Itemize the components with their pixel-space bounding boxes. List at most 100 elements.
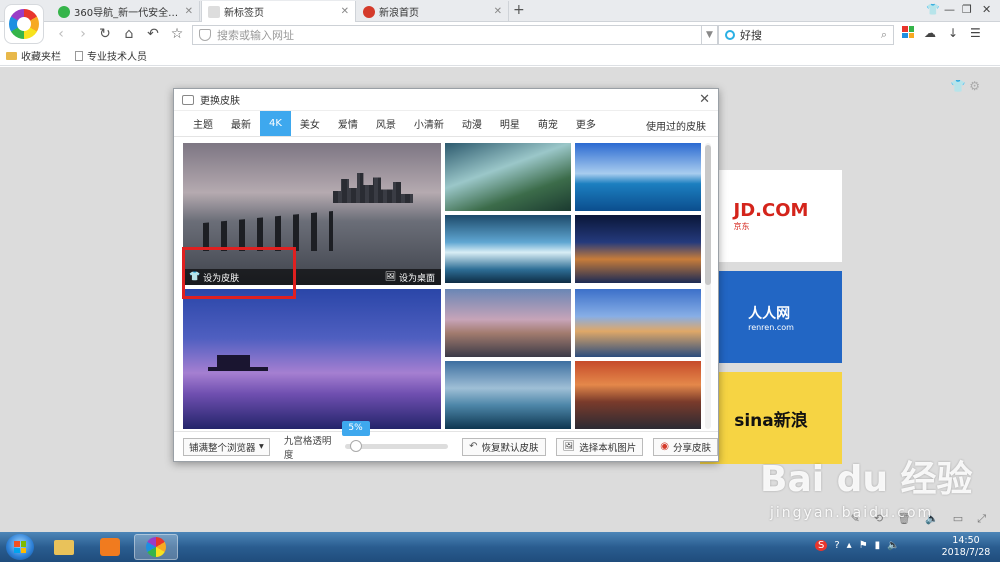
media-player-icon xyxy=(100,538,120,556)
choose-local-image-button[interactable]: 🖼 选择本机图片 xyxy=(555,437,644,456)
new-tab-button[interactable]: + xyxy=(513,2,525,18)
system-clock[interactable]: 14:50 2018/7/28 xyxy=(936,535,996,559)
windows-logo-icon xyxy=(14,541,26,553)
sogou-ime-icon[interactable]: S xyxy=(815,540,828,551)
tile-sub: renren.com xyxy=(748,322,794,332)
tab-sina[interactable]: 新浪首页 ✕ xyxy=(357,1,509,22)
skin-thumb-waterfall[interactable] xyxy=(445,215,571,283)
skin-scrollbar[interactable] xyxy=(705,143,711,429)
skin-thumb-coast[interactable] xyxy=(575,143,701,211)
opacity-slider[interactable]: 5% xyxy=(341,421,449,452)
restore-icon[interactable]: ❐ xyxy=(962,3,972,16)
tab-more[interactable]: 更多 xyxy=(567,111,605,136)
address-bar[interactable]: 搜索或输入网址 ▼ xyxy=(192,25,718,45)
chevron-down-icon: ▾ xyxy=(259,441,264,452)
restore-default-skin-button[interactable]: ↶ 恢复默认皮肤 xyxy=(462,437,546,456)
skin-thumb-fantasy[interactable] xyxy=(445,143,571,211)
site-tile-renren[interactable]: 人人网 renren.com xyxy=(700,271,842,363)
help-icon[interactable]: ? xyxy=(834,540,839,551)
taskbar-explorer[interactable] xyxy=(42,534,86,560)
flag-icon[interactable]: ⚑ xyxy=(859,540,868,551)
tab-fresh[interactable]: 小清新 xyxy=(405,111,453,136)
undo-close-icon[interactable]: ↶ xyxy=(144,25,162,43)
apps-icon[interactable] xyxy=(902,26,914,38)
tray-arrow-icon[interactable]: ▴ xyxy=(847,540,852,551)
tile-sub: 京东 xyxy=(733,222,750,231)
search-engine-label: 好搜 xyxy=(740,29,762,42)
baidu-jingyan-watermark: Bai du 经验 xyxy=(760,459,973,500)
360-browser-logo[interactable] xyxy=(4,4,44,44)
skin-thumb-purple-pier[interactable] xyxy=(183,289,441,429)
pier-posts xyxy=(203,211,333,251)
minimize-icon[interactable]: — xyxy=(944,3,955,16)
chevron-down-icon[interactable]: ▼ xyxy=(701,26,717,44)
bookmark-favorites[interactable]: 收藏夹栏 xyxy=(6,48,61,63)
360-nav-favicon-icon xyxy=(58,5,70,18)
skin-shirt-icon[interactable]: 👕 xyxy=(926,3,940,16)
forward-icon[interactable]: › xyxy=(74,25,92,43)
image-icon: 🖼 xyxy=(562,441,576,452)
search-box[interactable]: 好搜 ⌕ xyxy=(718,25,894,45)
close-icon[interactable]: ✕ xyxy=(494,6,502,17)
share-label: 分享皮肤 xyxy=(672,442,711,454)
download-icon[interactable]: ↓ xyxy=(948,26,958,40)
skin-thumb-sunset-wreck[interactable] xyxy=(575,289,701,357)
refresh-icon[interactable]: ↻ xyxy=(96,25,114,43)
volume-icon[interactable]: 🔈 xyxy=(887,540,899,551)
tab-theme[interactable]: 主题 xyxy=(184,111,222,136)
search-icon[interactable]: ⌕ xyxy=(881,28,887,42)
tab-label: 新浪首页 xyxy=(379,8,419,19)
360-logo-icon xyxy=(9,9,39,39)
slider-knob[interactable] xyxy=(349,440,362,452)
used-skins-link[interactable]: 使用过的皮肤 xyxy=(646,118,706,133)
tab-4k[interactable]: 4K xyxy=(260,111,291,136)
site-tile-jd[interactable]: JD.COM 京东 xyxy=(700,170,842,262)
windows-taskbar: S ? ▴ ⚑ ▮ 🔈 14:50 2018/7/28 xyxy=(0,532,1000,562)
tab-label: 新标签页 xyxy=(224,8,264,19)
fullscreen-icon[interactable]: ⤢ xyxy=(977,512,986,526)
dialog-title: 更换皮肤 xyxy=(200,96,240,107)
skin-thumb-boat[interactable] xyxy=(445,361,571,429)
tab-anime[interactable]: 动漫 xyxy=(453,111,491,136)
restore-icon: ↶ xyxy=(469,441,478,452)
menu-icon[interactable]: ☰ xyxy=(970,26,981,40)
skin-thumb-city-night[interactable] xyxy=(575,215,701,283)
folder-icon xyxy=(54,539,74,555)
taskbar-media-player[interactable] xyxy=(88,534,132,560)
opacity-label: 九宫格透明度 xyxy=(283,435,332,461)
system-tray: S ? ▴ ⚑ ▮ 🔈 xyxy=(815,540,900,551)
shield-icon xyxy=(199,29,211,41)
set-desktop-button[interactable]: 🖼 设为桌面 xyxy=(385,271,435,284)
back-icon[interactable]: ‹ xyxy=(52,25,70,43)
tab-love[interactable]: 爱情 xyxy=(329,111,367,136)
close-icon[interactable]: ✕ xyxy=(341,6,349,17)
close-icon[interactable]: ✕ xyxy=(185,6,193,17)
close-icon[interactable]: ✕ xyxy=(699,92,710,107)
tab-latest[interactable]: 最新 xyxy=(222,111,260,136)
fill-mode-select[interactable]: 铺满整个浏览器 ▾ xyxy=(183,437,270,456)
tab-pets[interactable]: 萌宠 xyxy=(529,111,567,136)
skin-thumb-autumn[interactable] xyxy=(575,361,701,429)
tab-scenery[interactable]: 风景 xyxy=(367,111,405,136)
haosou-logo-icon xyxy=(725,30,735,40)
bookmark-professional[interactable]: 专业技术人员 xyxy=(75,48,147,63)
tab-new-tab[interactable]: 新标签页 ✕ xyxy=(201,1,356,22)
network-icon[interactable]: ▮ xyxy=(875,540,881,551)
skin-thumb-beach-rocks[interactable] xyxy=(445,289,571,357)
page-settings-icons[interactable]: 👕 ⚙ xyxy=(950,79,980,93)
tab-beauty[interactable]: 美女 xyxy=(291,111,329,136)
cloud-icon[interactable]: ☁ xyxy=(924,26,936,40)
close-window-icon[interactable]: ✕ xyxy=(982,3,991,16)
weibo-favicon-icon xyxy=(363,5,375,18)
taskbar-360-browser[interactable] xyxy=(134,534,178,560)
tab-stars[interactable]: 明星 xyxy=(491,111,529,136)
home-icon[interactable]: ⌂ xyxy=(120,25,138,43)
clock-date: 2018/7/28 xyxy=(941,547,991,558)
share-skin-button[interactable]: ◉ 分享皮肤 xyxy=(653,437,718,456)
local-label: 选择本机图片 xyxy=(579,442,637,454)
tile-label: 人人网 xyxy=(748,305,791,322)
window-icon[interactable]: ▭ xyxy=(953,512,963,526)
tab-360-nav[interactable]: 360导航_新一代安全上网导 ✕ xyxy=(52,1,200,22)
favorite-star-icon[interactable]: ☆ xyxy=(168,25,186,43)
scroll-thumb[interactable] xyxy=(705,145,711,285)
